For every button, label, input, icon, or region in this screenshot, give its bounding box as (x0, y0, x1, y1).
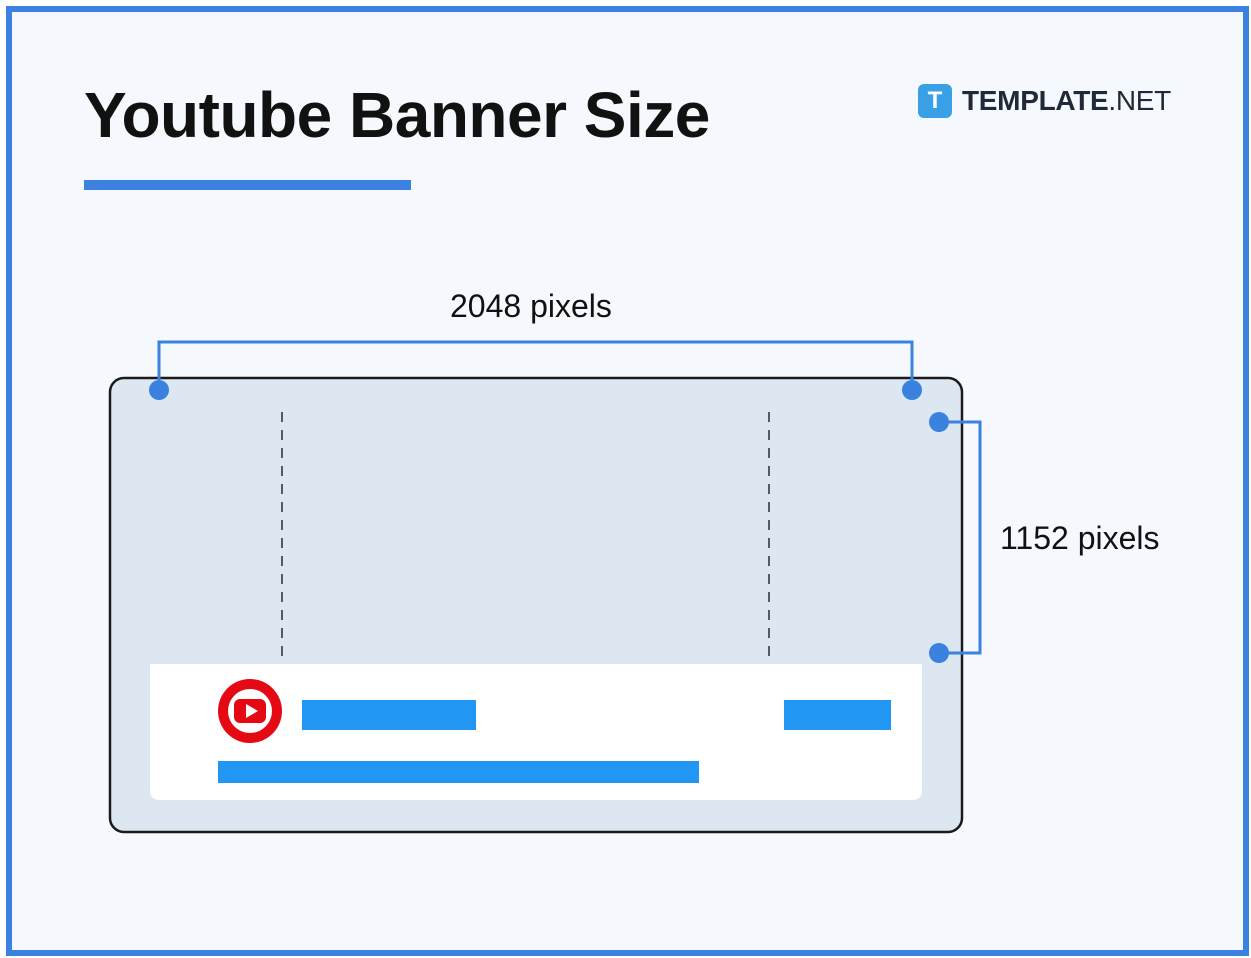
banner-diagram (108, 340, 982, 834)
subscribe-button-placeholder (784, 700, 891, 730)
height-label: 1152 pixels (1000, 520, 1160, 556)
width-bracket-start-dot (149, 380, 169, 400)
height-bracket-end-dot (929, 643, 949, 663)
width-label: 2048 pixels (450, 288, 612, 324)
height-bracket-start-dot (929, 412, 949, 432)
channel-name-placeholder (302, 700, 476, 730)
description-placeholder (218, 761, 699, 783)
youtube-play-icon (218, 679, 282, 743)
width-bracket-end-dot (902, 380, 922, 400)
